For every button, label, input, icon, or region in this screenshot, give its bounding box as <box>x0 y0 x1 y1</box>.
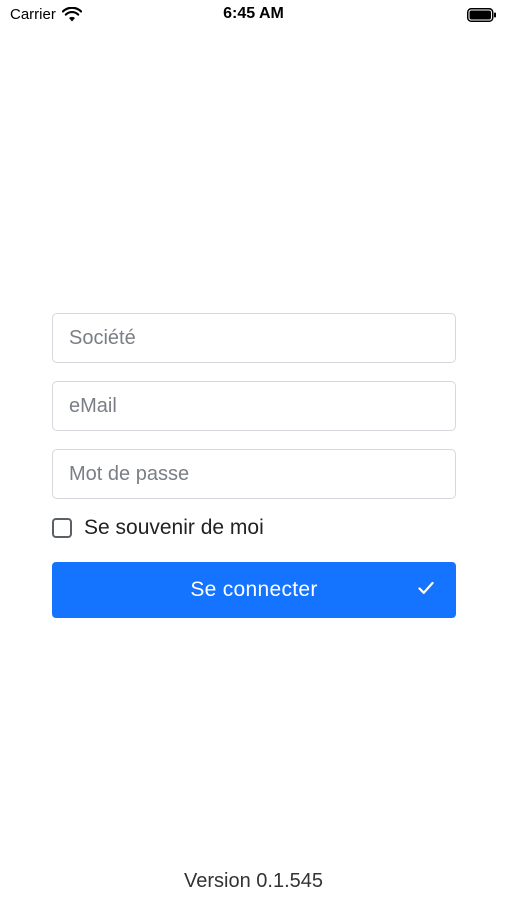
company-input[interactable] <box>53 314 455 362</box>
status-time: 6:45 AM <box>223 5 284 22</box>
remember-me-checkbox[interactable] <box>52 518 72 538</box>
remember-me-row[interactable]: Se souvenir de moi <box>52 515 456 541</box>
login-screen: Carrier 6:45 AM Société eMail Se souveni… <box>0 0 507 900</box>
login-button[interactable]: Se connecter <box>52 562 456 618</box>
battery-icon <box>467 8 497 22</box>
password-field <box>52 449 456 499</box>
check-icon <box>418 581 434 595</box>
company-field <box>52 313 456 363</box>
status-bar: Carrier 6:45 AM <box>0 0 507 30</box>
email-input[interactable] <box>53 382 455 430</box>
remember-me-label[interactable]: Se souvenir de moi <box>84 516 264 540</box>
email-field <box>52 381 456 431</box>
login-button-label: Se connecter <box>190 578 318 601</box>
login-form: Se souvenir de moi Se connecter <box>52 313 456 618</box>
password-input[interactable] <box>53 450 455 498</box>
version-label: Version 0.1.545 <box>184 870 323 892</box>
